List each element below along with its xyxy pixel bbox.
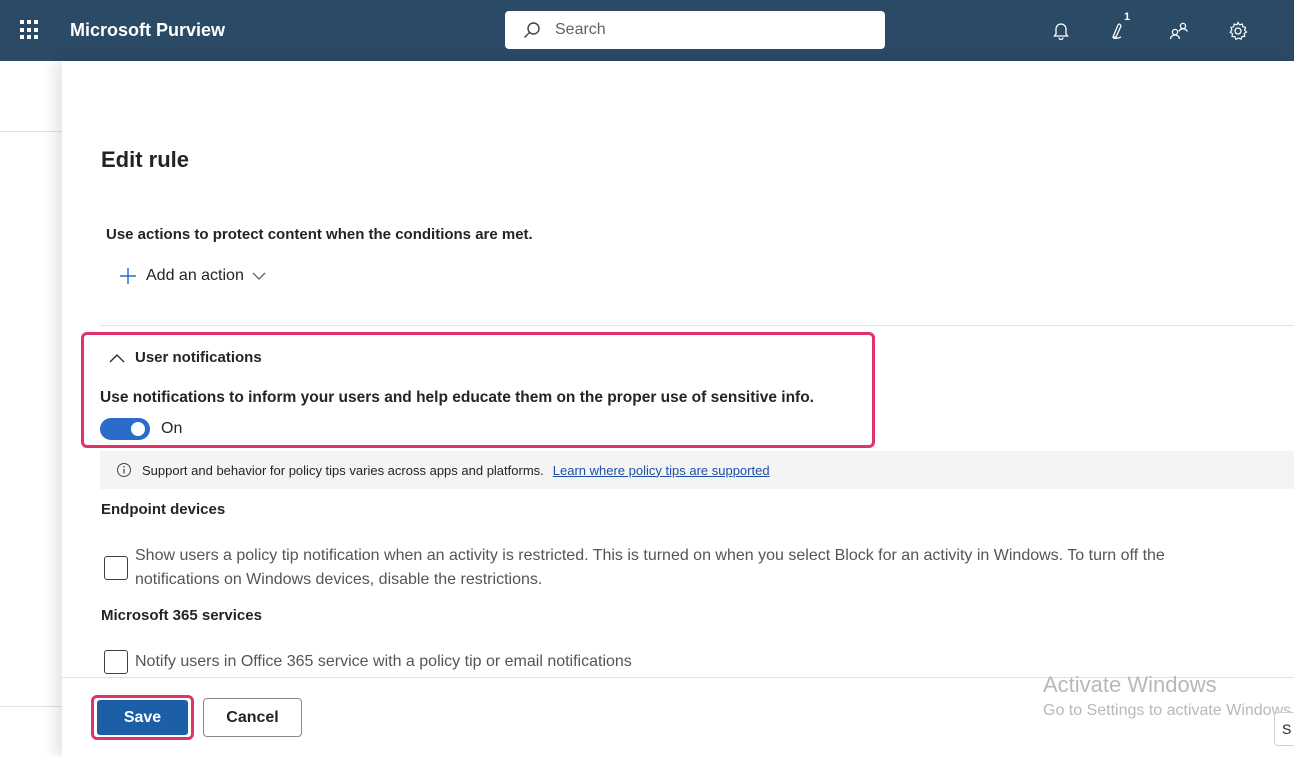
background-divider — [0, 131, 62, 132]
m365-checkbox-label: Notify users in Office 365 service with … — [135, 653, 632, 670]
section-divider — [100, 325, 1294, 326]
info-icon — [117, 463, 131, 477]
info-message-bar: Support and behavior for policy tips var… — [100, 451, 1294, 489]
search-input[interactable]: Search — [555, 21, 606, 39]
endpoint-policy-tip-checkbox[interactable] — [104, 556, 128, 580]
corner-button-label: S — [1282, 721, 1292, 737]
app-title[interactable]: Microsoft Purview — [70, 20, 225, 41]
page-title: Edit rule — [101, 147, 190, 172]
endpoint-checkbox-label-line1: Show users a policy tip notification whe… — [135, 547, 1165, 564]
activate-windows-subtitle: Go to Settings to activate Windows. — [1043, 702, 1294, 719]
endpoint-devices-heading: Endpoint devices — [101, 501, 226, 518]
endpoint-checkbox-label-line2: notifications on Windows devices, disabl… — [135, 571, 543, 588]
add-action-label: Add an action — [146, 267, 244, 284]
policy-tips-link[interactable]: Learn where policy tips are supported — [553, 463, 770, 478]
settings-icon[interactable] — [1225, 18, 1251, 44]
save-button[interactable]: Save — [97, 700, 188, 735]
background-page — [0, 61, 62, 757]
info-text: Support and behavior for policy tips var… — [142, 462, 544, 478]
background-divider — [0, 706, 62, 707]
user-notifications-title: User notifications — [135, 349, 262, 366]
activate-windows-title: Activate Windows — [1043, 672, 1217, 697]
chevron-up-icon — [109, 353, 125, 362]
cancel-button[interactable]: Cancel — [203, 698, 302, 737]
user-notifications-header[interactable]: User notifications — [109, 349, 262, 366]
chevron-down-icon — [252, 272, 266, 280]
user-notifications-description: Use notifications to inform your users a… — [100, 389, 814, 406]
bell-icon[interactable] — [1048, 18, 1074, 44]
user-notifications-toggle[interactable] — [100, 418, 150, 440]
top-bar: Microsoft Purview Search 1 — [0, 0, 1294, 61]
community-icon[interactable] — [1166, 18, 1192, 44]
plus-icon — [120, 268, 136, 284]
toggle-label: On — [161, 420, 183, 437]
actions-description: Use actions to protect content when the … — [106, 226, 533, 243]
m365-notify-checkbox[interactable] — [104, 650, 128, 674]
toggle-knob — [131, 422, 145, 436]
m365-services-heading: Microsoft 365 services — [101, 607, 262, 624]
corner-button[interactable]: S — [1274, 712, 1294, 746]
notification-badge: 1 — [1124, 11, 1131, 23]
search-box[interactable]: Search — [505, 11, 885, 49]
add-action-button[interactable]: Add an action — [118, 264, 266, 288]
app-launcher-icon[interactable] — [20, 20, 40, 40]
search-icon — [524, 22, 540, 38]
